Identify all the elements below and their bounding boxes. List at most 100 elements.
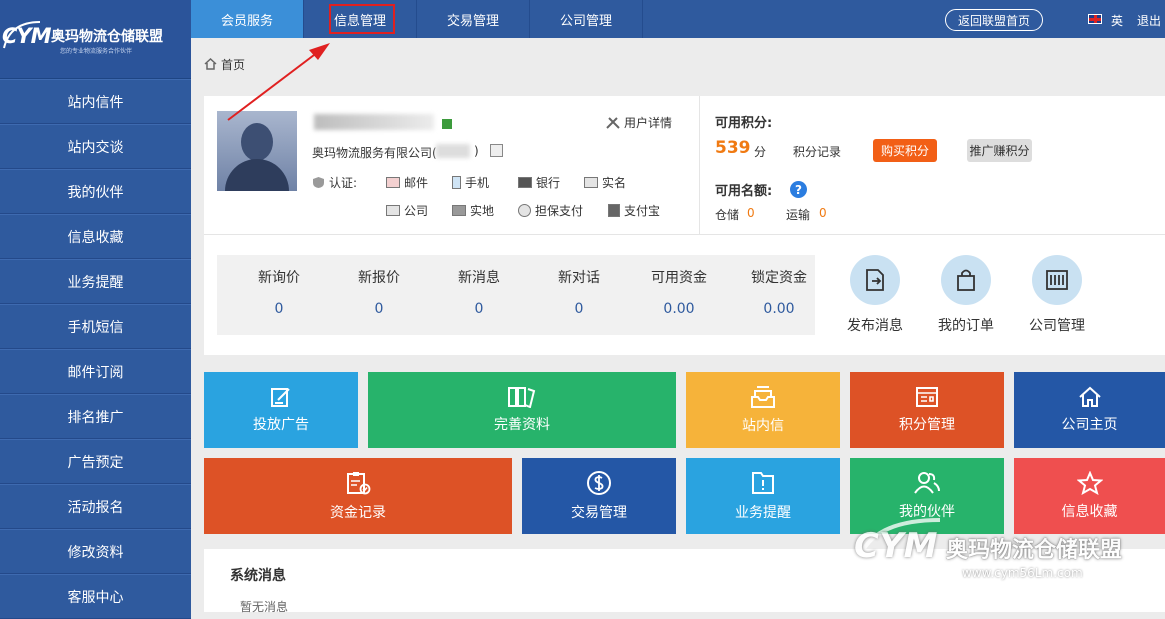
tile-business-reminder[interactable]: 业务提醒: [686, 458, 840, 534]
watermark-url: www.cym56Lm.com: [962, 566, 1083, 580]
home-icon: [204, 58, 217, 70]
points-label: 可用积分:: [715, 116, 773, 131]
promote-earn-points-button[interactable]: 推广赚积分: [967, 139, 1032, 162]
binders-icon: [508, 387, 536, 408]
tile-complete-profile[interactable]: 完善资料: [368, 372, 676, 448]
cert-company: 公司: [386, 202, 428, 219]
escrow-icon: [518, 204, 531, 217]
users-icon: [914, 472, 940, 494]
tab-trade-management[interactable]: 交易管理: [417, 0, 530, 38]
watermark: CYM 奥玛物流仓储联盟 www.cym56Lm.com: [850, 512, 1160, 592]
quick-action-label: 发布消息: [847, 318, 903, 334]
dollar-coin-icon: [587, 471, 611, 495]
sidebar-item[interactable]: 活动报名: [0, 484, 191, 529]
sidebar-item[interactable]: 广告预定: [0, 439, 191, 484]
tools-icon: [606, 116, 620, 129]
uk-flag-icon[interactable]: [1088, 14, 1102, 24]
tile-label: 资金记录: [330, 505, 386, 521]
stat-value: 0: [574, 301, 584, 317]
stat-new-chat[interactable]: 新对话 0: [529, 255, 629, 335]
tile-company-homepage[interactable]: 公司主页: [1014, 372, 1165, 448]
cert-label-text: 认证:: [329, 176, 358, 190]
transport-quota-value: 0: [819, 206, 827, 220]
publish-icon: [866, 269, 884, 291]
site-logo[interactable]: CYM 奥玛物流仓储联盟 您的专业物流服务合作伙伴: [0, 0, 191, 79]
avatar[interactable]: [217, 111, 297, 191]
breadcrumb-home[interactable]: 首页: [221, 56, 245, 73]
stat-new-message[interactable]: 新消息 0: [429, 255, 529, 335]
sidebar-item[interactable]: 修改资料: [0, 529, 191, 574]
transport-quota-label: 运输: [786, 208, 811, 222]
cert-alipay: 支付宝: [608, 202, 660, 219]
stats-panel: 新询价 0 新报价 0 新消息 0 新对话 0 可用资金 0.00 锁定资金 0.00: [217, 255, 815, 335]
verified-icon: [442, 119, 452, 129]
tile-inbox[interactable]: 站内信: [686, 372, 840, 448]
tab-company-management[interactable]: 公司管理: [530, 0, 643, 38]
tile-funds-record[interactable]: 资金记录: [204, 458, 512, 534]
stat-value: 0.00: [663, 301, 695, 317]
quick-action-label: 公司管理: [1029, 318, 1085, 334]
company-cert-icon: [386, 205, 400, 216]
logout-link[interactable]: 退出: [1137, 12, 1161, 29]
tile-label: 业务提醒: [735, 505, 791, 521]
cert-company-label: 公司: [404, 204, 429, 218]
cert-escrow-label: 担保支付: [535, 204, 584, 218]
back-to-home-button[interactable]: 返回联盟首页: [945, 9, 1043, 31]
onsite-icon: [452, 205, 466, 216]
user-detail-label: 用户详情: [624, 116, 673, 130]
stat-label: 新报价: [358, 270, 400, 286]
stat-value: 0: [274, 301, 284, 317]
sidebar-item[interactable]: 邮件订阅: [0, 349, 191, 394]
sidebar-item[interactable]: 排名推广: [0, 394, 191, 439]
cert-phone: 手机: [452, 174, 489, 191]
window-icon: [916, 387, 938, 407]
cert-email-label: 邮件: [404, 176, 429, 190]
stat-value: 0: [474, 301, 484, 317]
tab-member-services[interactable]: 会员服务: [191, 0, 304, 38]
folder-alert-icon: [752, 472, 774, 494]
stat-label: 新消息: [458, 270, 500, 286]
quick-my-orders[interactable]: 我的订单: [925, 255, 1007, 345]
username-redacted: [314, 114, 434, 130]
quota-label: 可用名额:: [715, 184, 773, 199]
tile-points-management[interactable]: 积分管理: [850, 372, 1004, 448]
logo-slogan: 您的专业物流服务合作伙伴: [60, 48, 133, 55]
stat-new-inquiry[interactable]: 新询价 0: [229, 255, 329, 335]
system-messages-empty: 暂无消息: [240, 600, 289, 614]
edit-icon[interactable]: [490, 144, 503, 157]
sidebar-item[interactable]: 业务提醒: [0, 259, 191, 304]
sidebar: CYM 奥玛物流仓储联盟 您的专业物流服务合作伙伴 站内信件 站内交谈 我的伙伴 信息…: [0, 0, 191, 619]
sidebar-item[interactable]: 客服中心: [0, 574, 191, 619]
language-link[interactable]: 英: [1111, 12, 1123, 29]
tile-label: 投放广告: [253, 417, 309, 433]
points-record-link[interactable]: 积分记录: [793, 143, 841, 160]
watermark-name: 奥玛物流仓储联盟: [946, 538, 1123, 563]
sidebar-item[interactable]: 我的伙伴: [0, 169, 191, 214]
stat-label: 锁定资金: [751, 270, 807, 286]
tile-post-ad[interactable]: 投放广告: [204, 372, 358, 448]
tile-label: 公司主页: [1061, 417, 1118, 433]
cert-email: 邮件: [386, 174, 428, 191]
quick-publish-message[interactable]: 发布消息: [834, 255, 916, 345]
sidebar-item[interactable]: 站内交谈: [0, 124, 191, 169]
cert-label: 认证:: [312, 174, 357, 191]
help-icon[interactable]: ?: [790, 181, 807, 198]
buy-points-button[interactable]: 购买积分: [873, 139, 937, 162]
quick-action-label: 我的订单: [938, 318, 994, 334]
cert-alipay-label: 支付宝: [624, 204, 661, 218]
sidebar-item[interactable]: 站内信件: [0, 79, 191, 124]
warehouse-quota-label: 仓储: [715, 208, 740, 222]
sidebar-item[interactable]: 信息收藏: [0, 214, 191, 259]
stat-available-funds[interactable]: 可用资金 0.00: [629, 255, 729, 335]
tile-trade-management[interactable]: 交易管理: [522, 458, 676, 534]
divider: [699, 96, 700, 234]
house-icon: [1078, 386, 1101, 407]
profile-panel: 奥玛物流服务有限公司( ) 用户详情 认证: 邮件 手机 银行 实名 公司 实地…: [204, 96, 1165, 355]
quick-company-management[interactable]: 公司管理: [1016, 255, 1098, 345]
user-detail-link[interactable]: 用户详情: [605, 114, 672, 131]
sidebar-item[interactable]: 手机短信: [0, 304, 191, 349]
cert-onsite: 实地: [452, 202, 494, 219]
stat-label: 新询价: [258, 270, 300, 286]
stat-locked-funds[interactable]: 锁定资金 0.00: [729, 255, 829, 335]
stat-new-quote[interactable]: 新报价 0: [329, 255, 429, 335]
